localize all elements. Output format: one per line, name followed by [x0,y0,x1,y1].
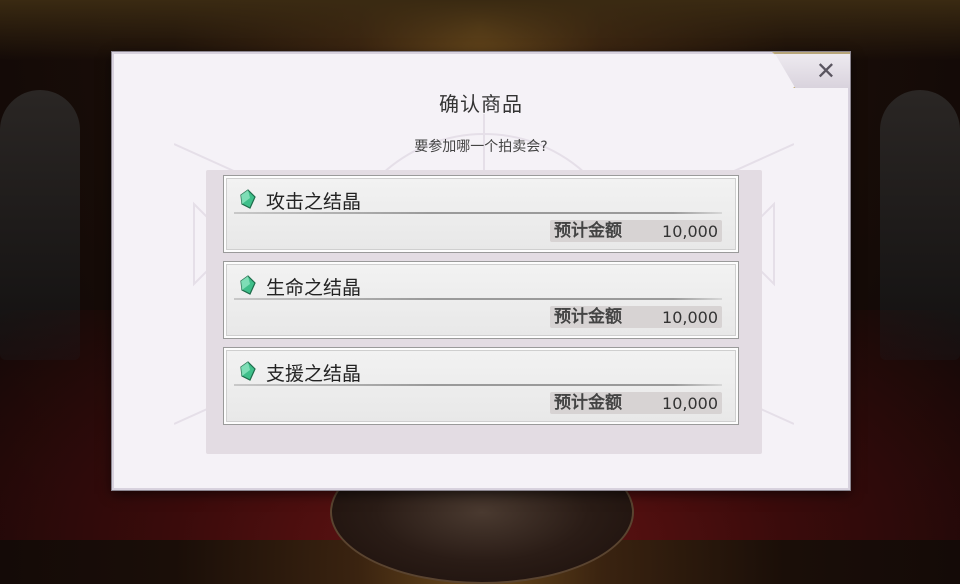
dialog-title: 确认商品 [439,92,523,116]
estimated-price-label: 预计金额 [554,307,622,327]
green-crystal-icon [240,275,256,295]
estimated-price-value: 10,000 [662,308,718,327]
estimated-price-label: 预计金额 [554,393,622,413]
estimated-price-box: 预计金额 10,000 [550,392,722,414]
auction-item-list: 攻击之结晶 预计金额 10,000 生命之结晶 预计金额 10,000 支援之结… [206,170,762,454]
dialog-subtitle: 要参加哪一个拍卖会? [414,139,548,155]
estimated-price-label: 预计金额 [554,221,622,241]
confirm-item-dialog: ✕ 确认商品 要参加哪一个拍卖会? 攻击之结晶 预计金额 10,000 生命之结… [112,52,850,490]
green-crystal-icon [240,189,256,209]
item-divider [234,384,722,386]
item-divider [234,298,722,300]
auction-item-support-crystal[interactable]: 支援之结晶 预计金额 10,000 [224,348,738,424]
background-ceiling [0,0,960,60]
estimated-price-box: 预计金额 10,000 [550,220,722,242]
estimated-price-value: 10,000 [662,222,718,241]
close-button[interactable]: ✕ [774,52,850,88]
auction-item-attack-crystal[interactable]: 攻击之结晶 预计金额 10,000 [224,176,738,252]
item-name: 攻击之结晶 [266,191,362,213]
green-crystal-icon [240,361,256,381]
estimated-price-value: 10,000 [662,394,718,413]
item-name: 支援之结晶 [266,363,362,385]
estimated-price-box: 预计金额 10,000 [550,306,722,328]
auction-item-life-crystal[interactable]: 生命之结晶 预计金额 10,000 [224,262,738,338]
close-x-icon[interactable]: ✕ [816,57,836,85]
item-name: 生命之结晶 [266,277,362,299]
item-divider [234,212,722,214]
